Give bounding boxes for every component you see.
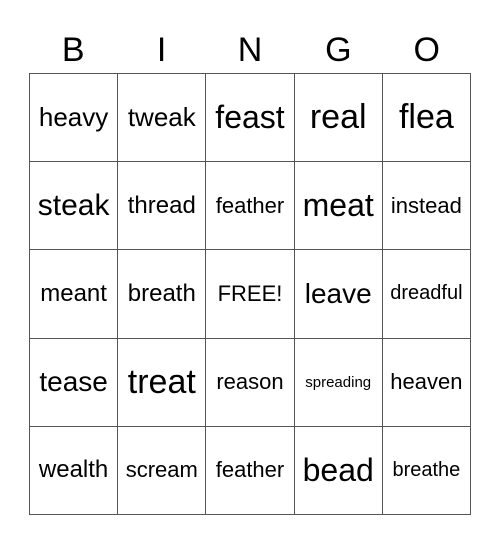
bingo-cell[interactable]: tweak bbox=[118, 74, 207, 163]
bingo-header: B I N G O bbox=[29, 28, 471, 72]
bingo-cell[interactable]: heavy bbox=[30, 74, 119, 163]
bingo-cell[interactable]: feast bbox=[206, 74, 295, 163]
bingo-cell[interactable]: real bbox=[294, 74, 383, 163]
bingo-cell[interactable]: reason bbox=[206, 338, 295, 427]
header-letter-i: I bbox=[156, 31, 167, 69]
header-letter-o: O bbox=[413, 31, 440, 69]
bingo-grid: heavy tweak feast real flea steak thread… bbox=[29, 73, 471, 515]
bingo-cell[interactable]: tease bbox=[30, 338, 119, 427]
bingo-cell[interactable]: breathe bbox=[382, 426, 471, 515]
bingo-cell[interactable]: flea bbox=[382, 74, 471, 163]
bingo-cell[interactable]: spreading bbox=[294, 338, 383, 427]
bingo-cell[interactable]: meat bbox=[294, 162, 383, 251]
bingo-cell[interactable]: wealth bbox=[30, 426, 119, 515]
bingo-cell[interactable]: thread bbox=[118, 162, 207, 251]
bingo-cell[interactable]: feather bbox=[206, 426, 295, 515]
bingo-cell[interactable]: leave bbox=[294, 250, 383, 339]
bingo-cell[interactable]: bead bbox=[294, 426, 383, 515]
bingo-cell[interactable]: scream bbox=[118, 426, 207, 515]
bingo-cell[interactable]: dreadful bbox=[382, 250, 471, 339]
bingo-cell[interactable]: steak bbox=[30, 162, 119, 251]
header-letter-n: N bbox=[237, 31, 263, 69]
free-space[interactable]: FREE! bbox=[206, 250, 295, 339]
bingo-cell[interactable]: heaven bbox=[382, 338, 471, 427]
bingo-cell[interactable]: meant bbox=[30, 250, 119, 339]
bingo-cell[interactable]: feather bbox=[206, 162, 295, 251]
bingo-cell[interactable]: breath bbox=[118, 250, 207, 339]
bingo-cell[interactable]: treat bbox=[118, 338, 207, 427]
header-letter-b: B bbox=[61, 31, 85, 69]
header-letter-g: G bbox=[325, 31, 352, 69]
bingo-cell[interactable]: instead bbox=[382, 162, 471, 251]
